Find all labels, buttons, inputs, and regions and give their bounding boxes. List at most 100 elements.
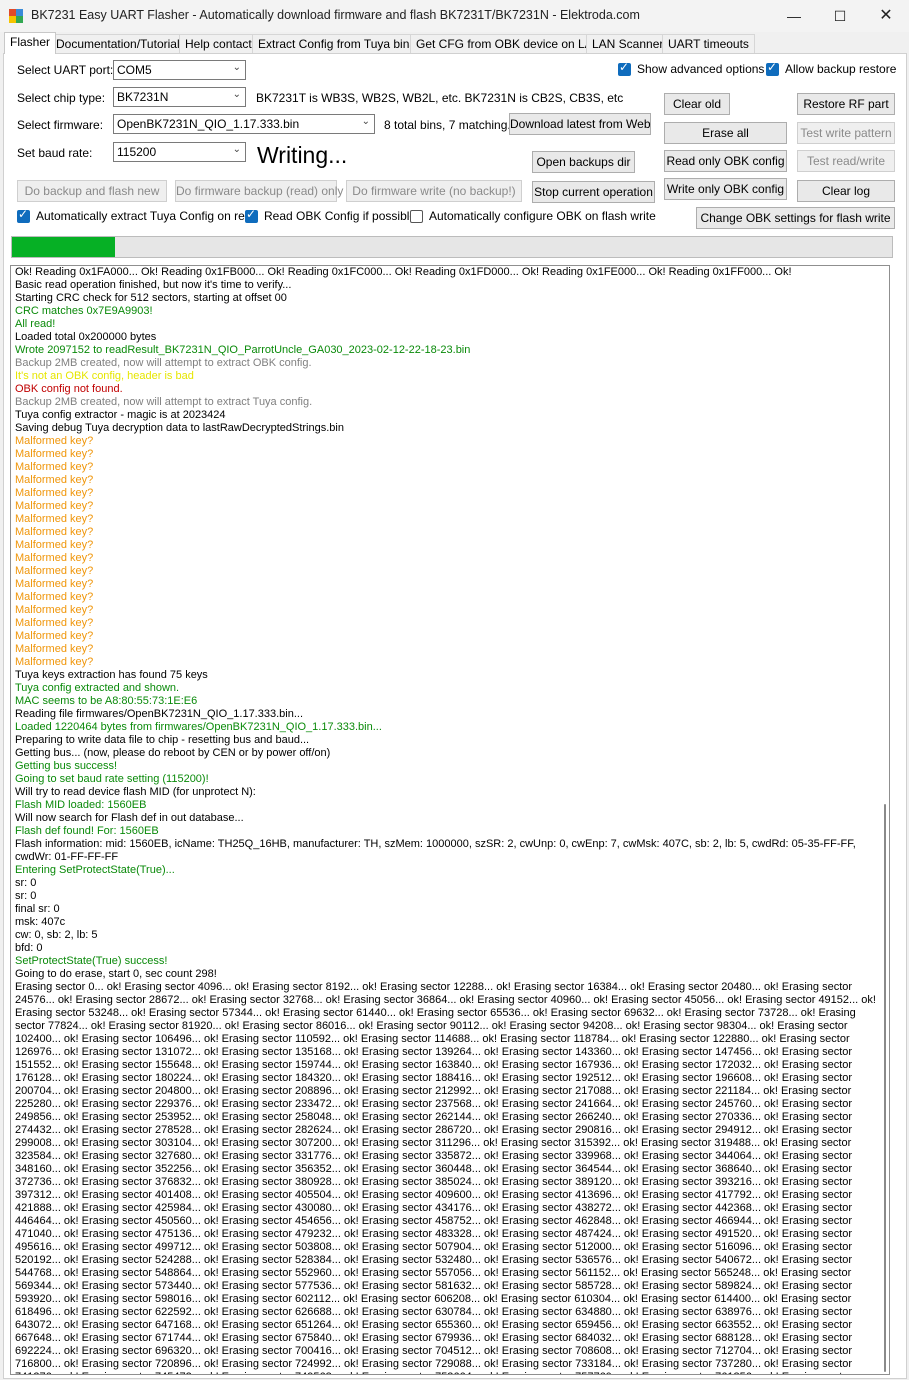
uart-port-select[interactable]: COM5 ⌄ bbox=[113, 60, 246, 80]
log-line: Starting CRC check for 512 sectors, star… bbox=[15, 292, 287, 304]
log-line: Flash def found! For: 1560EB bbox=[15, 825, 159, 837]
app-icon bbox=[9, 9, 23, 23]
log-line: Malformed key? bbox=[15, 461, 94, 473]
minimize-icon[interactable]: — bbox=[771, 0, 817, 32]
progress-bar bbox=[11, 236, 893, 258]
log-line: Malformed key? bbox=[15, 474, 94, 486]
tab-flasher[interactable]: Flasher bbox=[4, 32, 57, 54]
chip-info-text: BK7231T is WB3S, WB2S, WB2L, etc. BK7231… bbox=[256, 91, 624, 105]
log-line: Backup 2MB created, now will attempt to … bbox=[15, 396, 313, 408]
log-line: Flash information: mid: 1560EB, icName: … bbox=[15, 838, 856, 863]
chevron-down-icon: ⌄ bbox=[361, 116, 370, 127]
maximize-icon[interactable]: ☐ bbox=[817, 0, 863, 32]
tab-extract-config[interactable]: Extract Config from Tuya binary bbox=[252, 34, 433, 54]
log-line: Malformed key? bbox=[15, 643, 94, 655]
erase-all-button[interactable]: Erase all bbox=[664, 122, 787, 144]
tab-help-contact[interactable]: Help contact bbox=[179, 34, 258, 54]
write-obk-config-button[interactable]: Write only OBK config bbox=[664, 178, 787, 200]
log-line: Malformed key? bbox=[15, 565, 94, 577]
open-backups-button[interactable]: Open backups dir bbox=[532, 151, 635, 173]
firmware-write-button[interactable]: Do firmware write (no backup!) bbox=[346, 180, 522, 202]
log-line: Wrote 2097152 to readResult_BK7231N_QIO_… bbox=[15, 344, 471, 356]
chevron-down-icon: ⌄ bbox=[232, 89, 241, 100]
show-advanced-label: Show advanced options bbox=[637, 62, 765, 76]
progress-fill bbox=[12, 237, 115, 257]
checkbox-checked-icon bbox=[766, 60, 779, 76]
checkbox-checked-icon bbox=[618, 60, 631, 76]
log-line: CRC matches 0x7E9A9903! bbox=[15, 305, 153, 317]
firmware-select[interactable]: OpenBK7231N_QIO_1.17.333.bin ⌄ bbox=[113, 114, 375, 134]
stop-operation-button[interactable]: Stop current operation bbox=[532, 181, 655, 203]
log-line: Malformed key? bbox=[15, 617, 94, 629]
backup-and-flash-button[interactable]: Do backup and flash new bbox=[17, 180, 167, 202]
log-line: Malformed key? bbox=[15, 591, 94, 603]
log-line: bfd: 0 bbox=[15, 942, 43, 954]
log-line: Saving debug Tuya decryption data to las… bbox=[15, 422, 344, 434]
log-line: Getting bus success! bbox=[15, 760, 118, 772]
baud-rate-select[interactable]: 115200 ⌄ bbox=[113, 142, 246, 162]
log-line: sr: 0 bbox=[15, 877, 37, 889]
restore-rf-button[interactable]: Restore RF part bbox=[797, 93, 895, 115]
flasher-panel: Select UART port: COM5 ⌄ Show advanced o… bbox=[3, 53, 907, 1379]
checkbox-checked-icon bbox=[17, 207, 30, 223]
tab-lan-scanner[interactable]: LAN Scanner bbox=[586, 34, 670, 54]
log-line: Malformed key? bbox=[15, 500, 94, 512]
log-line: Loaded 1220464 bytes from firmwares/Open… bbox=[15, 721, 382, 733]
log-line: Malformed key? bbox=[15, 487, 94, 499]
log-line: Malformed key? bbox=[15, 630, 94, 642]
firmware-backup-button[interactable]: Do firmware backup (read) only bbox=[175, 180, 343, 202]
title-bar: BK7231 Easy UART Flasher - Automatically… bbox=[0, 0, 909, 32]
log-line: Reading file firmwares/OpenBK7231N_QIO_1… bbox=[15, 708, 303, 720]
log-line: Backup 2MB created, now will attempt to … bbox=[15, 357, 312, 369]
log-line: MAC seems to be A8:80:55:73:1E:E6 bbox=[15, 695, 198, 707]
window-title: BK7231 Easy UART Flasher - Automatically… bbox=[31, 8, 640, 22]
log-line: Tuya config extractor - magic is at 2023… bbox=[15, 409, 226, 421]
baud-rate-value: 115200 bbox=[117, 145, 157, 159]
log-line: Going to set baud rate setting (115200)! bbox=[15, 773, 209, 785]
clear-log-button[interactable]: Clear log bbox=[797, 180, 895, 202]
log-line: Malformed key? bbox=[15, 552, 94, 564]
auto-configure-label: Automatically configure OBK on flash wri… bbox=[429, 209, 656, 223]
log-line: All read! bbox=[15, 318, 56, 330]
clear-old-button[interactable]: Clear old bbox=[664, 93, 730, 115]
chip-type-value: BK7231N bbox=[117, 90, 169, 104]
log-line: Will now search for Flash def in out dat… bbox=[15, 812, 244, 824]
tab-get-cfg-obk[interactable]: Get CFG from OBK device on LAN bbox=[410, 34, 608, 54]
read-obk-config-button[interactable]: Read only OBK config bbox=[664, 150, 787, 172]
log-scrollbar[interactable] bbox=[882, 268, 888, 1372]
change-obk-settings-button[interactable]: Change OBK settings for flash write bbox=[696, 207, 895, 229]
log-line: Erasing sector 0... ok! Erasing sector 4… bbox=[15, 981, 876, 1374]
log-line: Basic read operation finished, but now i… bbox=[15, 279, 292, 291]
log-line: Malformed key? bbox=[15, 656, 94, 668]
tab-documentation[interactable]: Documentation/Tutorials bbox=[50, 34, 192, 54]
log-line: Malformed key? bbox=[15, 448, 94, 460]
tab-uart-timeouts[interactable]: UART timeouts bbox=[662, 34, 755, 54]
chip-type-select[interactable]: BK7231N ⌄ bbox=[113, 87, 246, 107]
allow-backup-label: Allow backup restore bbox=[785, 62, 897, 76]
log-line: Going to do erase, start 0, sec count 29… bbox=[15, 968, 217, 980]
test-read-write-button[interactable]: Test read/write bbox=[797, 150, 895, 172]
firmware-label: Select firmware: bbox=[17, 118, 104, 132]
log-line: sr: 0 bbox=[15, 890, 37, 902]
log-lines: Ok! Reading 0x1FA000... Ok! Reading 0x1F… bbox=[15, 266, 883, 1374]
scrollbar-thumb[interactable] bbox=[884, 804, 886, 1372]
uart-port-label: Select UART port: bbox=[17, 63, 114, 77]
log-output[interactable]: Ok! Reading 0x1FA000... Ok! Reading 0x1F… bbox=[10, 265, 890, 1375]
log-line: Malformed key? bbox=[15, 604, 94, 616]
log-line: SetProtectState(True) success! bbox=[15, 955, 168, 967]
log-line: Malformed key? bbox=[15, 435, 94, 447]
log-line: msk: 407c bbox=[15, 916, 66, 928]
checkbox-checked-icon bbox=[245, 207, 258, 223]
log-line: OBK config not found. bbox=[15, 383, 123, 395]
log-line: Preparing to write data file to chip - r… bbox=[15, 734, 310, 746]
test-write-pattern-button[interactable]: Test write pattern bbox=[797, 122, 895, 144]
log-line: final sr: 0 bbox=[15, 903, 60, 915]
status-text: Writing... bbox=[257, 142, 348, 168]
log-line: Loaded total 0x200000 bytes bbox=[15, 331, 157, 343]
log-line: Tuya keys extraction has found 75 keys bbox=[15, 669, 208, 681]
download-latest-button[interactable]: Download latest from Web bbox=[509, 113, 651, 135]
close-icon[interactable]: ✕ bbox=[863, 0, 909, 32]
log-line: Tuya config extracted and shown. bbox=[15, 682, 180, 694]
firmware-info-text: 8 total bins, 7 matching. bbox=[384, 118, 511, 132]
log-line: Malformed key? bbox=[15, 539, 94, 551]
